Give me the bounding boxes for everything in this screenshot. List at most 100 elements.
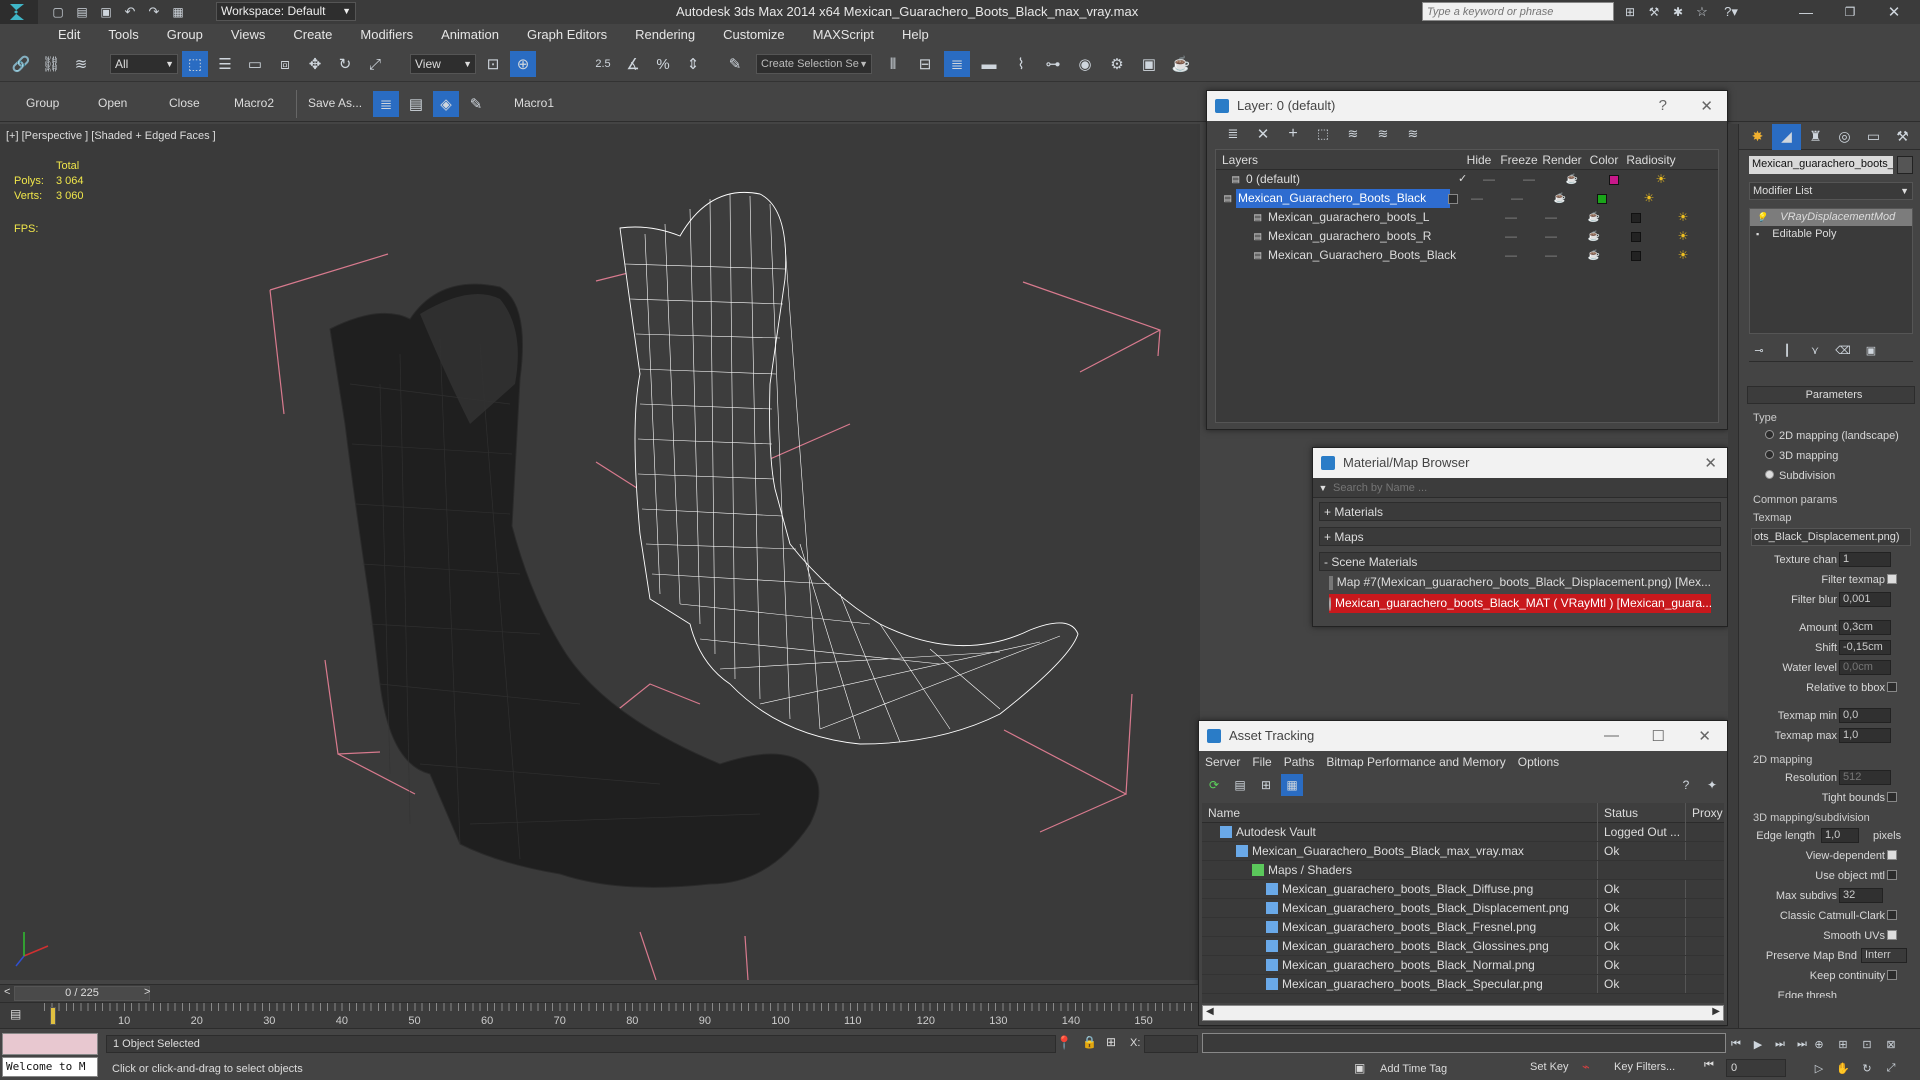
active-layer-checkbox[interactable]	[1448, 193, 1458, 204]
restore-icon[interactable]: ❐	[1828, 0, 1872, 24]
absolute-mode-icon[interactable]: ⊞	[1106, 1035, 1116, 1049]
fov-icon[interactable]: ▷	[1808, 1059, 1830, 1077]
hide-toggle[interactable]: —	[1492, 246, 1530, 265]
next-frame-icon[interactable]: >	[144, 986, 150, 998]
undo-icon[interactable]: ↶	[120, 2, 140, 22]
menu-views[interactable]: Views	[217, 24, 279, 46]
menu-server[interactable]: Server	[1205, 755, 1240, 769]
layer-manager-icon[interactable]: ≣	[944, 51, 970, 77]
bind-spacewarp-icon[interactable]: ≋	[68, 51, 94, 77]
table-view-icon[interactable]: ▦	[1281, 774, 1303, 796]
resolution-input[interactable]: 512	[1839, 770, 1891, 785]
asset-row[interactable]: Mexican_guarachero_boots_Black_Displacem…	[1202, 899, 1724, 918]
object-name-field[interactable]: Mexican_guarachero_boots_l	[1749, 156, 1893, 174]
render-frame-icon[interactable]: ▣	[1136, 51, 1162, 77]
key-mode-icon[interactable]: ⌁	[1582, 1059, 1590, 1075]
freeze-all-icon[interactable]: ≋	[1401, 122, 1425, 146]
close-icon[interactable]: ✕	[1700, 97, 1713, 115]
tight-bounds-checkbox[interactable]	[1887, 792, 1897, 802]
orbit-icon[interactable]: ↻	[1856, 1059, 1878, 1077]
minimize-icon[interactable]: —	[1604, 727, 1619, 744]
col-layers[interactable]: Layers	[1216, 150, 1460, 170]
layer-manager-window[interactable]: Layer: 0 (default) ? ✕ ≣ ✕ + ⬚ ≋ ≋ ≋ Lay…	[1206, 90, 1728, 430]
selection-filter-dropdown[interactable]: All ▼	[110, 54, 178, 74]
freeze-toggle[interactable]: —	[1530, 227, 1572, 246]
menu-help[interactable]: Help	[888, 24, 943, 46]
hide-all-icon[interactable]: ≋	[1371, 122, 1395, 146]
param-spinner[interactable]: 0,3cm	[1839, 620, 1891, 635]
material-search-input[interactable]	[1333, 478, 1727, 497]
layer-color-swatch[interactable]	[1616, 231, 1656, 242]
star-icon[interactable]: ☆	[1692, 2, 1712, 22]
align-icon[interactable]: ⊟	[912, 51, 938, 77]
use-object-mtl-checkbox[interactable]	[1887, 870, 1897, 880]
brush-icon[interactable]: ✎	[463, 91, 489, 117]
unlink-icon[interactable]: ⛓	[38, 51, 64, 77]
hide-toggle[interactable]: —	[1492, 208, 1530, 227]
zoom-icon[interactable]: ⊕	[1808, 1035, 1830, 1053]
time-slider[interactable]: < 0 / 225 >	[0, 984, 1198, 1002]
col-radiosity[interactable]: Radiosity	[1624, 150, 1678, 170]
help-button[interactable]: ?	[1659, 97, 1667, 114]
open-file-icon[interactable]: ▤	[72, 2, 92, 22]
render-teapot-icon[interactable]: ☕	[1572, 208, 1616, 227]
radiosity-sun-icon[interactable]: ☀	[1656, 208, 1710, 227]
binoculars-icon[interactable]: ⊞	[1620, 2, 1640, 22]
tools-icon[interactable]: ⚒	[1644, 2, 1664, 22]
display-tab-icon[interactable]: ▭	[1859, 124, 1888, 150]
asset-tracking-window[interactable]: Asset Tracking — ☐ ✕ Server File Paths B…	[1198, 720, 1728, 1026]
menu-edit[interactable]: Edit	[44, 24, 94, 46]
group-button[interactable]: Group	[26, 96, 59, 110]
material-item[interactable]: Map #7(Mexican_guarachero_boots_Black_Di…	[1329, 573, 1711, 592]
rotate-icon[interactable]: ↻	[332, 51, 358, 77]
freeze-toggle[interactable]: —	[1508, 170, 1550, 189]
hide-toggle[interactable]: —	[1458, 189, 1496, 208]
zoom-all-icon[interactable]: ⊞	[1832, 1035, 1854, 1053]
modify-tab-icon[interactable]: ◢	[1772, 123, 1801, 150]
type-radio-option[interactable]: Subdivision	[1747, 466, 1915, 486]
maximize-viewport-icon[interactable]: ⤢	[1880, 1059, 1902, 1077]
app-logo-icon[interactable]	[0, 0, 38, 24]
material-item-selected[interactable]: Mexican_guarachero_boots_Black_MAT ( VRa…	[1329, 594, 1711, 613]
set-key-label[interactable]: Set Key	[1530, 1061, 1569, 1073]
maxscript-output[interactable]: Welcome to M	[2, 1057, 98, 1077]
menu-create[interactable]: Create	[279, 24, 346, 46]
zoom-extents-all-icon[interactable]: ⊠	[1880, 1035, 1902, 1053]
key-mode-toggle-icon[interactable]: ⏮	[1704, 1059, 1714, 1072]
show-end-result-icon[interactable]: ┃	[1777, 341, 1797, 361]
edit-named-selection-icon[interactable]: ✎	[722, 51, 748, 77]
material-map-browser[interactable]: Material/Map Browser ✕ ▼ + Materials + M…	[1312, 447, 1728, 627]
asset-row[interactable]: Mexican_guarachero_boots_Black_Diffuse.p…	[1202, 880, 1724, 899]
utilities-tab-icon[interactable]: ⚒	[1888, 124, 1917, 150]
new-file-icon[interactable]: ▢	[48, 2, 68, 22]
snap-toggle-icon[interactable]: 2.5	[590, 51, 616, 77]
delete-layer-icon[interactable]: ✕	[1251, 122, 1275, 146]
param-spinner[interactable]: 0,0	[1839, 708, 1891, 723]
parameters-rollout[interactable]: Parameters	[1747, 386, 1915, 404]
pin-stack-icon[interactable]: ⊸	[1749, 341, 1769, 361]
workspace-dropdown[interactable]: Workspace: Default ▼	[216, 2, 356, 21]
freeze-toggle[interactable]: —	[1530, 208, 1572, 227]
menu-graph-editors[interactable]: Graph Editors	[513, 24, 621, 46]
menu-rendering[interactable]: Rendering	[621, 24, 709, 46]
current-frame-marker[interactable]	[50, 1007, 56, 1025]
param-spinner[interactable]: 0,0cm	[1839, 660, 1891, 675]
create-layer-icon[interactable]: ≣	[1221, 122, 1245, 146]
radiosity-sun-icon[interactable]: ☀	[1634, 170, 1688, 189]
asset-row[interactable]: Mexican_guarachero_boots_Black_Glossines…	[1202, 937, 1724, 956]
render-teapot-icon[interactable]: ☕	[1572, 227, 1616, 246]
move-icon[interactable]: ✥	[302, 51, 328, 77]
search-input[interactable]	[1423, 3, 1613, 20]
maps-group[interactable]: + Maps	[1319, 527, 1721, 546]
hierarchy-tab-icon[interactable]: ♜	[1801, 124, 1830, 150]
x-coord-input[interactable]	[1144, 1035, 1198, 1053]
material-editor-icon[interactable]: ◉	[1072, 51, 1098, 77]
save-icon[interactable]: ▣	[96, 2, 116, 22]
schematic-view-icon[interactable]: ⊶	[1040, 51, 1066, 77]
layer-row[interactable]: ▤ Mexican_Guarachero_Boots_Black — — ☕ ☀	[1216, 246, 1718, 265]
highlight-layer-icon[interactable]: ≋	[1341, 122, 1365, 146]
object-color-swatch[interactable]	[1897, 156, 1913, 174]
freeze-toggle[interactable]: —	[1496, 189, 1538, 208]
smooth-uvs-checkbox[interactable]	[1887, 930, 1897, 940]
refresh-icon[interactable]: ⟳	[1203, 774, 1225, 796]
